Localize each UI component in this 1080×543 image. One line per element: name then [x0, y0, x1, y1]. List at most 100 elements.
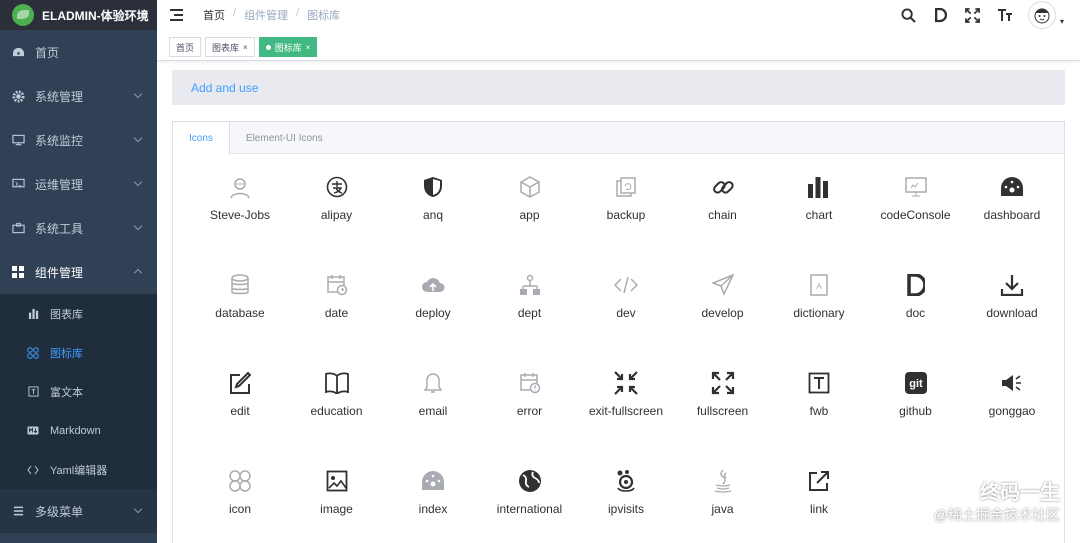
icon-label: database	[215, 306, 265, 320]
icon-item[interactable]: doc	[868, 272, 964, 370]
icon-item[interactable]: dept	[482, 272, 578, 370]
icon-item[interactable]: dev	[578, 272, 674, 370]
icon-item[interactable]: download	[964, 272, 1060, 370]
icon-item[interactable]: fullscreen	[675, 370, 771, 468]
steve-jobs-icon	[227, 174, 253, 200]
icon-item[interactable]: chain	[675, 174, 771, 272]
icon-item[interactable]: chart	[771, 174, 867, 272]
icon-item[interactable]: app	[482, 174, 578, 272]
icon-item[interactable]: database	[192, 272, 288, 370]
icon-label: ipvisits	[607, 502, 644, 516]
sidebar-subitem-richtext[interactable]: 富文本	[0, 372, 157, 411]
sidebar-item-label: 系统工具	[35, 221, 84, 236]
chevron-down-icon	[133, 177, 143, 187]
doc-icon[interactable]	[932, 6, 950, 24]
icon-label: codeConsole	[880, 208, 951, 222]
dev-icon	[613, 272, 639, 298]
caret-down-icon[interactable]: ▾	[1060, 17, 1064, 26]
edit-icon	[227, 370, 253, 396]
sidebar-subitem-yaml[interactable]: Yaml编辑器	[0, 450, 157, 489]
icon-label: chain	[708, 208, 737, 222]
icon-item[interactable]: Adictionary	[771, 272, 867, 370]
icon-item[interactable]: develop	[675, 272, 771, 370]
icon-item[interactable]: index	[385, 468, 481, 543]
icon-label: app	[519, 208, 540, 222]
sidebar-item-components[interactable]: 组件管理	[0, 250, 157, 294]
icon-item[interactable]: git github	[868, 370, 964, 468]
sidebar-subitem-icons[interactable]: 图标库	[0, 333, 157, 372]
icon-item[interactable]: codeConsole	[868, 174, 964, 272]
breadcrumb-item: 图标库	[307, 10, 341, 22]
fullscreen-icon[interactable]	[964, 6, 982, 24]
icon-item[interactable]: icon	[192, 468, 288, 543]
tag-charts[interactable]: 图表库 ×	[205, 37, 255, 57]
email-icon	[420, 370, 446, 396]
avatar[interactable]	[1027, 1, 1056, 29]
chain-icon	[710, 174, 736, 200]
sidebar-subitem-markdown[interactable]: Markdown	[0, 411, 157, 450]
icon-item[interactable]: date	[289, 272, 385, 370]
sidebar-item-tools[interactable]: 系统工具	[0, 206, 157, 250]
icon-item[interactable]: anq	[385, 174, 481, 272]
icon-item[interactable]: java	[675, 468, 771, 543]
icon-label: java	[711, 502, 734, 516]
icon-item[interactable]: education	[289, 370, 385, 468]
app-title: ELADMIN-体验环境	[42, 8, 149, 23]
menu-icon	[11, 504, 25, 518]
add-and-use-link[interactable]: Add and use	[172, 70, 1065, 105]
tag-icons[interactable]: 图标库 ×	[258, 37, 318, 57]
breadcrumb-separator: /	[296, 7, 300, 19]
icon-item[interactable]: link	[771, 468, 867, 543]
icon-item[interactable]: email	[385, 370, 481, 468]
tools-icon	[11, 221, 25, 235]
icon-item[interactable]: backup	[578, 174, 674, 272]
icon-item[interactable]: deploy	[385, 272, 481, 370]
icon-item[interactable]: edit	[192, 370, 288, 468]
breadcrumb-item: 组件管理	[244, 10, 289, 22]
date-icon	[324, 272, 350, 298]
icon-item[interactable]: ipvisits	[578, 468, 674, 543]
icon-item[interactable]: fwb	[771, 370, 867, 468]
sidebar-item-ops[interactable]: 运维管理	[0, 162, 157, 206]
chevron-up-icon	[133, 268, 143, 278]
icon-item[interactable]: dashboard	[964, 174, 1060, 272]
sidebar-item-multilevel[interactable]: 多级菜单	[0, 489, 157, 533]
tag-home[interactable]: 首页	[169, 37, 202, 57]
sidebar-item-label: 组件管理	[35, 265, 84, 280]
sidebar-item-label: 系统管理	[35, 89, 84, 104]
icon-label: fullscreen	[696, 404, 749, 418]
tab-element-ui-icons[interactable]: Element-UI Icons	[230, 122, 339, 154]
codeconsole-icon	[903, 174, 929, 200]
close-icon[interactable]: ×	[306, 43, 311, 52]
icon-label: anq	[422, 208, 444, 222]
icon-item[interactable]: exit-fullscreen	[578, 370, 674, 468]
richtext-icon	[26, 385, 40, 399]
tab-icons[interactable]: Icons	[173, 122, 230, 155]
icon-item[interactable]: Steve-Jobs	[192, 174, 288, 272]
icon-label: dept	[517, 306, 542, 320]
app-root: ELADMIN-体验环境 首页 系统管理 系统监控 运维管理 系统工具 组件管理…	[0, 0, 1080, 543]
icon-label: education	[310, 404, 363, 418]
sidebar-item-system[interactable]: 系统管理	[0, 74, 157, 118]
sidebar-subitem-charts[interactable]: 图表库	[0, 294, 157, 333]
breadcrumb-item[interactable]: 首页	[203, 7, 225, 23]
icon-label: dashboard	[983, 208, 1041, 222]
sidebar-item-home[interactable]: 首页	[0, 30, 157, 74]
education-icon	[324, 370, 350, 396]
font-size-icon[interactable]	[996, 6, 1014, 24]
doc-icon	[903, 272, 929, 298]
dashboard-icon	[11, 45, 25, 59]
sidebar-item-monitor[interactable]: 系统监控	[0, 118, 157, 162]
icon-item[interactable]: gonggao	[964, 370, 1060, 468]
icon-label: develop	[701, 306, 744, 320]
icon-item[interactable]: international	[482, 468, 578, 543]
svg-text:git: git	[909, 378, 923, 390]
close-icon[interactable]: ×	[243, 43, 248, 52]
icon-item[interactable]: image	[289, 468, 385, 543]
hamburger-icon[interactable]	[170, 9, 184, 21]
icon-item[interactable]: alipay	[289, 174, 385, 272]
sidebar-item-label: 系统监控	[35, 133, 84, 148]
app-logo[interactable]: ELADMIN-体验环境	[0, 0, 157, 30]
icon-item[interactable]: error	[482, 370, 578, 468]
search-icon[interactable]	[900, 6, 918, 24]
